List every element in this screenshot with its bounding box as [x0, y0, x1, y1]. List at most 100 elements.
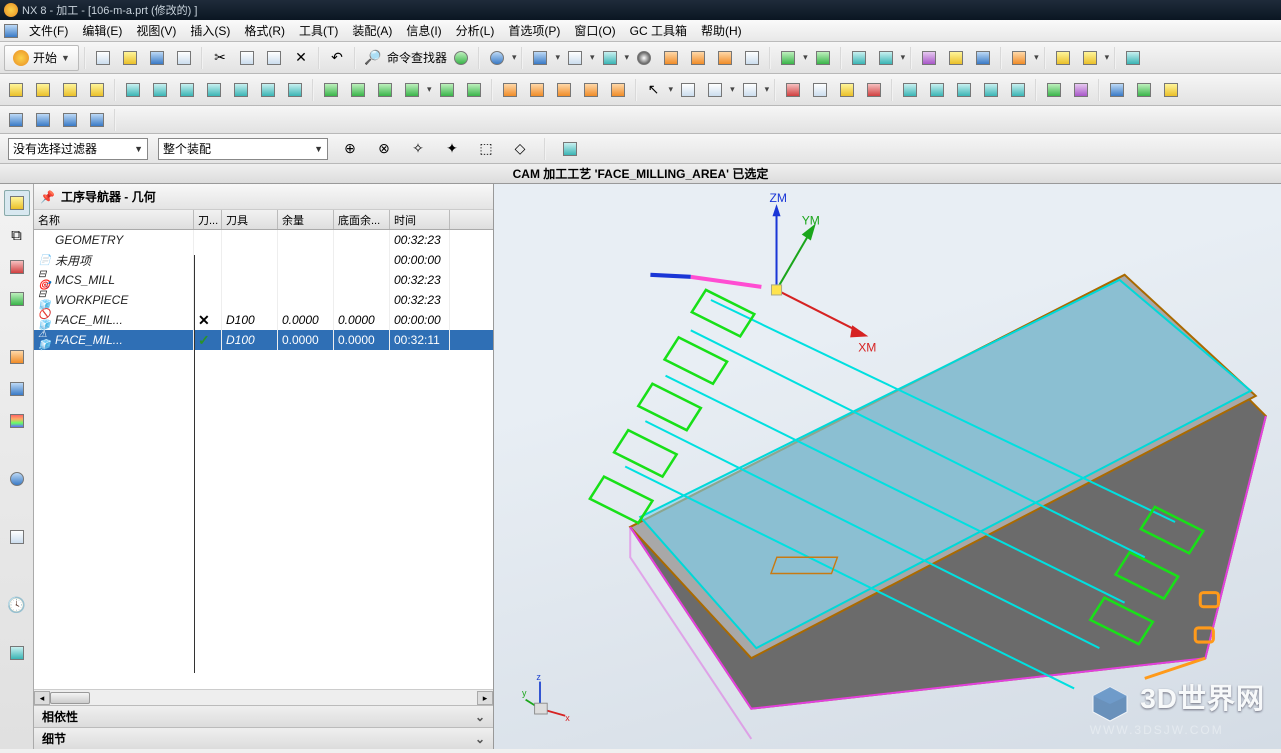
gen1-icon[interactable] [319, 78, 343, 102]
nav-machine-icon[interactable]: ⧉ [4, 222, 30, 248]
box-icon[interactable] [740, 46, 764, 70]
snap-d-icon[interactable]: ✦ [440, 137, 464, 161]
info-icon[interactable] [485, 46, 509, 70]
sim3-icon[interactable] [835, 78, 859, 102]
tree-row[interactable]: GEOMETRY00:32:23 [34, 230, 493, 250]
scroll-thumb[interactable] [50, 692, 90, 704]
filter-combo[interactable]: 没有选择过滤器 ▼ [8, 138, 148, 160]
op7-icon[interactable] [175, 78, 199, 102]
h-scrollbar[interactable]: ◂ ▸ [34, 689, 493, 705]
nav-web-icon[interactable] [4, 466, 30, 492]
snap4-icon[interactable] [85, 108, 109, 132]
gen3-icon[interactable] [373, 78, 397, 102]
pin-icon[interactable]: 📌 [40, 190, 55, 204]
copy-icon[interactable] [235, 46, 259, 70]
sel2-icon[interactable] [676, 78, 700, 102]
nav-roles-icon[interactable] [4, 640, 30, 666]
post1-icon[interactable] [498, 78, 522, 102]
snap-c-icon[interactable]: ✧ [406, 137, 430, 161]
scroll-left-icon[interactable]: ◂ [34, 691, 50, 705]
ext8-icon[interactable] [1105, 78, 1129, 102]
tree-row[interactable]: ⚠🧊FACE_MIL...✓D1000.00000.000000:32:11 [34, 330, 493, 350]
col-bottom[interactable]: 底面余... [334, 210, 390, 229]
nav-clock-icon[interactable]: 🕓 [4, 592, 30, 618]
menu-tools[interactable]: 工具(T) [292, 22, 345, 39]
menu-file[interactable]: 文件(F) [22, 22, 75, 39]
snap-a-icon[interactable]: ⊕ [338, 137, 362, 161]
ext6-icon[interactable] [1042, 78, 1066, 102]
menu-assembly[interactable]: 装配(A) [345, 22, 399, 39]
op9-icon[interactable] [229, 78, 253, 102]
3d-viewport[interactable]: ZM YM XM [494, 184, 1281, 749]
layer2-icon[interactable] [686, 46, 710, 70]
operation-tree[interactable]: GEOMETRY00:32:23📄未用项00:00:00⊟ 🎯MCS_MILL0… [34, 230, 493, 689]
sel4-icon[interactable] [738, 78, 762, 102]
gen2-icon[interactable] [346, 78, 370, 102]
nav-assembly-icon[interactable] [4, 344, 30, 370]
layer-icon[interactable] [659, 46, 683, 70]
layer3-icon[interactable] [713, 46, 737, 70]
op10-icon[interactable] [256, 78, 280, 102]
misc1-icon[interactable] [917, 46, 941, 70]
snap2-icon[interactable] [31, 108, 55, 132]
sel3-icon[interactable] [703, 78, 727, 102]
csys2-icon[interactable] [811, 46, 835, 70]
ext4-icon[interactable] [979, 78, 1003, 102]
asm2-icon[interactable] [874, 46, 898, 70]
ext5-icon[interactable] [1006, 78, 1030, 102]
menu-edit[interactable]: 编辑(E) [75, 22, 129, 39]
new-file-icon[interactable] [91, 46, 115, 70]
print-icon[interactable] [172, 46, 196, 70]
gen6-icon[interactable] [462, 78, 486, 102]
sim-icon[interactable] [781, 78, 805, 102]
gen4-icon[interactable] [400, 78, 424, 102]
delete-icon[interactable]: ✕ [289, 46, 313, 70]
nav-method-icon[interactable] [4, 286, 30, 312]
tree-row[interactable]: ⊟ 🎯MCS_MILL00:32:23 [34, 270, 493, 290]
menu-window[interactable]: 窗口(O) [567, 22, 622, 39]
sim2-icon[interactable] [808, 78, 832, 102]
snap-b-icon[interactable]: ⊗ [372, 137, 396, 161]
fit-icon[interactable] [528, 46, 552, 70]
measure2-icon[interactable] [1078, 46, 1102, 70]
tree-row[interactable]: 📄未用项00:00:00 [34, 250, 493, 270]
command-finder[interactable]: 🔎 命令查找器 [361, 46, 473, 70]
op2-icon[interactable] [31, 78, 55, 102]
sel1-icon[interactable]: ↖ [642, 78, 666, 102]
render-icon[interactable] [632, 46, 656, 70]
end-icon[interactable] [1121, 46, 1145, 70]
nav-operation-icon[interactable] [4, 190, 30, 216]
nav-parts-icon[interactable] [4, 376, 30, 402]
tree-row[interactable]: ⊟ 🧊WORKPIECE00:32:23 [34, 290, 493, 310]
nav-history-icon[interactable] [4, 524, 30, 550]
op4-icon[interactable] [85, 78, 109, 102]
csys-icon[interactable] [776, 46, 800, 70]
asm-icon[interactable] [847, 46, 871, 70]
op11-icon[interactable] [283, 78, 307, 102]
op1-icon[interactable] [4, 78, 28, 102]
cut-icon[interactable]: ✂ [208, 46, 232, 70]
ext7-icon[interactable] [1069, 78, 1093, 102]
post4-icon[interactable] [579, 78, 603, 102]
col-remain[interactable]: 余量 [278, 210, 334, 229]
menu-analyze[interactable]: 分析(L) [449, 22, 502, 39]
cmd-finder-go-icon[interactable] [449, 46, 473, 70]
paste-icon[interactable] [262, 46, 286, 70]
post3-icon[interactable] [552, 78, 576, 102]
snap-e-icon[interactable]: ⬚ [474, 137, 498, 161]
nav-reuse-icon[interactable] [4, 408, 30, 434]
menu-help[interactable]: 帮助(H) [694, 22, 749, 39]
ext1-icon[interactable] [898, 78, 922, 102]
shade-icon[interactable] [598, 46, 622, 70]
post5-icon[interactable] [606, 78, 630, 102]
snap3-icon[interactable] [58, 108, 82, 132]
ext2-icon[interactable] [925, 78, 949, 102]
ext3-icon[interactable] [952, 78, 976, 102]
col-mark[interactable]: 刀... [194, 210, 222, 229]
menubar[interactable]: 文件(F) 编辑(E) 视图(V) 插入(S) 格式(R) 工具(T) 装配(A… [0, 20, 1281, 42]
misc4-icon[interactable] [1007, 46, 1031, 70]
op3-icon[interactable] [58, 78, 82, 102]
menu-insert[interactable]: 插入(S) [183, 22, 237, 39]
sim4-icon[interactable] [862, 78, 886, 102]
accordion-dependency[interactable]: 相依性 ⌄ [34, 705, 493, 727]
